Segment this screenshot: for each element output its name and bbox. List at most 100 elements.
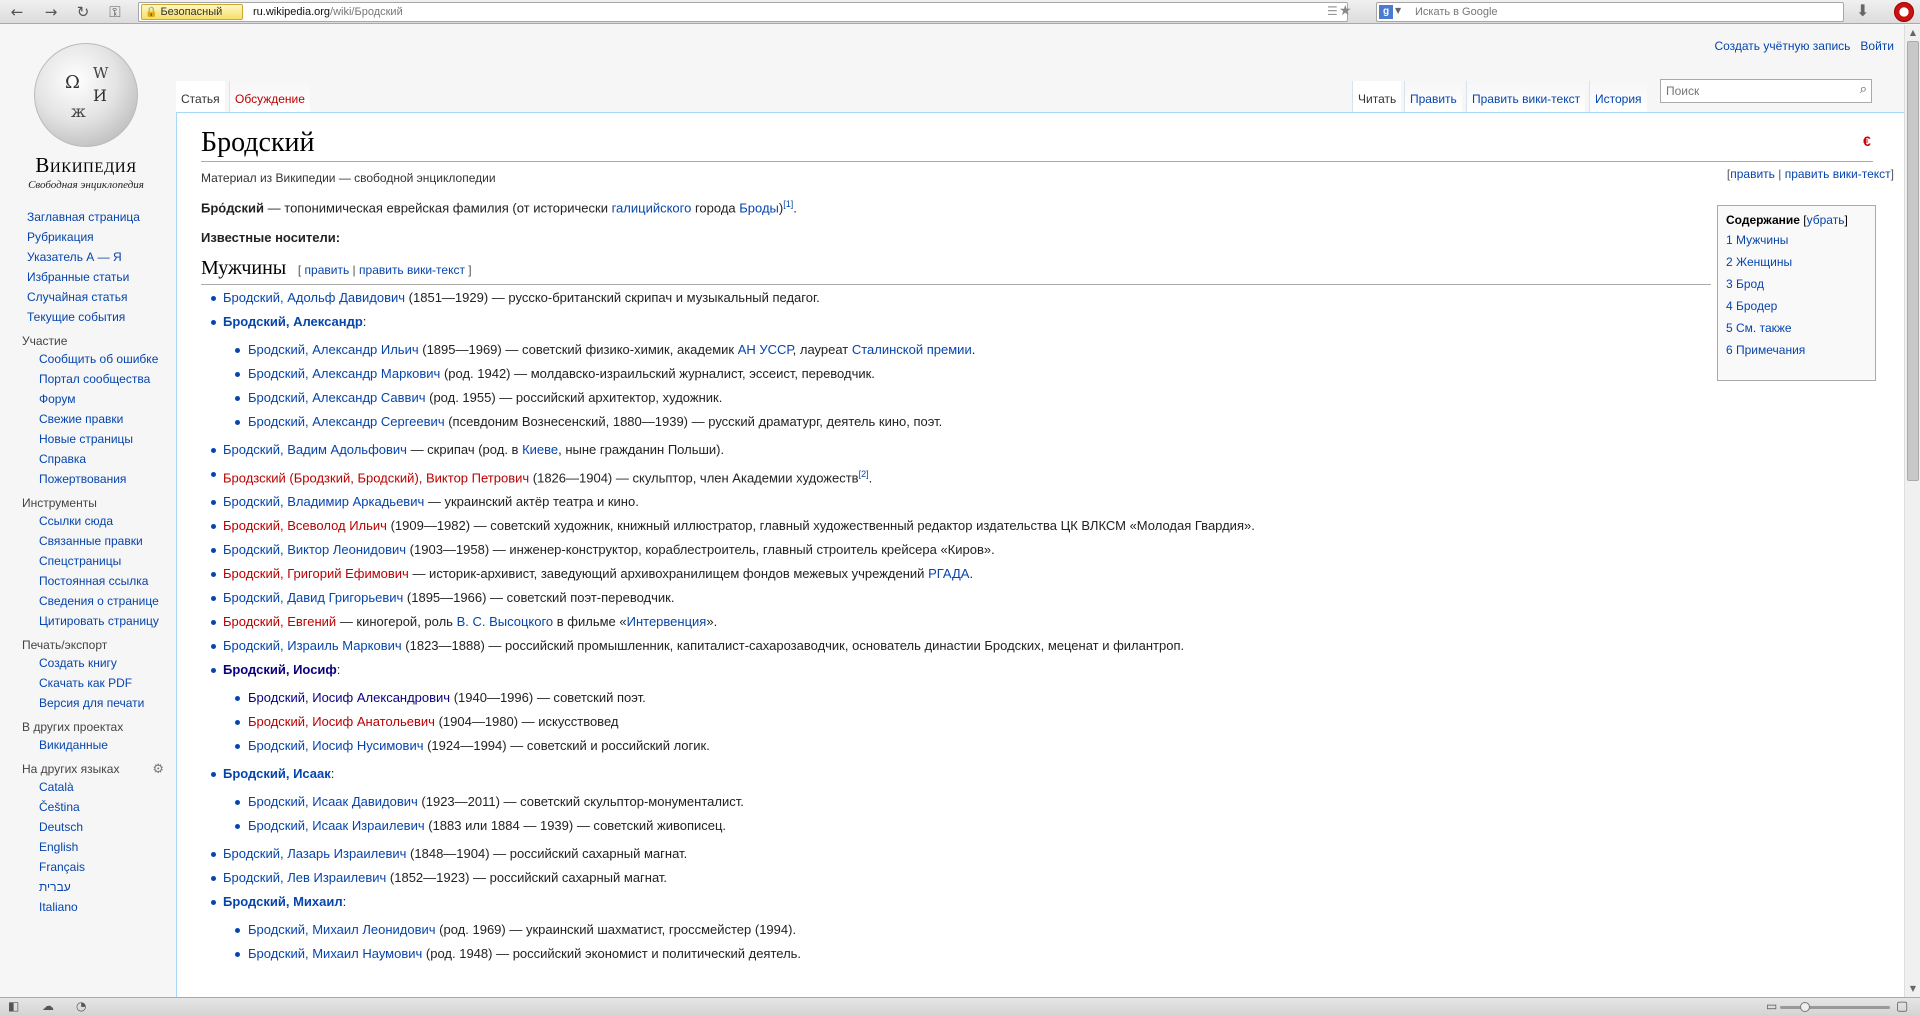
person-link[interactable]: Бродский, Владимир Аркадьевич (223, 494, 424, 509)
sidebar-link[interactable]: Italiano (39, 900, 78, 914)
tab-article[interactable]: Статья (176, 81, 225, 112)
person-link[interactable]: Бродский, Давид Григорьевич (223, 590, 403, 605)
sidebar-link[interactable]: Рубрикация (27, 230, 94, 244)
sidebar-link[interactable]: Сведения о странице (39, 594, 159, 608)
sidebar-link[interactable]: Спецстраницы (39, 554, 121, 568)
sidebar-link[interactable]: Deutsch (39, 820, 83, 834)
sidebar-link[interactable]: עברית (39, 880, 71, 894)
person-link[interactable]: Бродский, Михаил Леонидович (248, 922, 436, 937)
search-icon[interactable]: ⌕ (1860, 82, 1867, 97)
sidebar-link[interactable]: Пожертвования (39, 472, 126, 486)
toc-link[interactable]: 1 Мужчины (1726, 233, 1788, 247)
sidebar-link[interactable]: Скачать как PDF (39, 676, 132, 690)
person-link[interactable]: Бродский, Лев Израилевич (223, 870, 386, 885)
person-link[interactable]: Бродский, Исаак Израилевич (248, 818, 425, 833)
create-account-link[interactable]: Создать учётную запись (1714, 39, 1850, 53)
sidebar-link[interactable]: English (39, 840, 78, 854)
person-link[interactable]: Бродский, Виктор Леонидович (223, 542, 406, 557)
brody-link[interactable]: Броды (739, 200, 779, 215)
url-text[interactable]: ru.wikipedia.org/wiki/Бродский (253, 5, 403, 20)
sidebar-link[interactable]: Català (39, 780, 74, 794)
scroll-up-icon[interactable]: ▲ (1907, 27, 1919, 39)
sidebar-link[interactable]: Создать книгу (39, 656, 117, 670)
reload-icon[interactable]: ↻ (72, 2, 94, 22)
sidebar-link[interactable]: Избранные статьи (27, 270, 129, 284)
sidebar-link[interactable]: Справка (39, 452, 86, 466)
tab-talk[interactable]: Обсуждение (229, 81, 310, 112)
tab-history[interactable]: История (1589, 81, 1647, 112)
opera-menu-icon[interactable] (1894, 2, 1914, 22)
sidebar-link[interactable]: Čeština (39, 800, 80, 814)
person-link[interactable]: Бродский, Израиль Маркович (223, 638, 402, 653)
toc-link[interactable]: 6 Примечания (1726, 343, 1805, 357)
edit-link[interactable]: править (1730, 167, 1775, 181)
sidebar-link[interactable]: Викиданные (39, 738, 108, 752)
sidebar-link[interactable]: Цитировать страницу (39, 614, 159, 628)
person-link[interactable]: Бродский, Иосиф Александрович (248, 690, 450, 705)
person-link[interactable]: Бродский, Александр Маркович (248, 366, 440, 381)
person-link[interactable]: В. С. Высоцкого (457, 614, 554, 629)
back-icon[interactable]: ← (6, 2, 28, 22)
sidebar-link[interactable]: Ссылки сюда (39, 514, 113, 528)
toc-link[interactable]: 3 Брод (1726, 277, 1764, 291)
gear-icon[interactable]: ⚙ (152, 762, 164, 777)
person-link[interactable]: Бродский, Григорий Ефимович (223, 566, 409, 581)
person-link[interactable]: Бродский, Александр Сергеевич (248, 414, 445, 429)
person-link[interactable]: Бродский, Всеволод Ильич (223, 518, 387, 533)
zoom-out-icon[interactable]: ▭ (1766, 999, 1777, 1013)
forward-icon[interactable]: → (40, 2, 62, 22)
person-link[interactable]: РГАДА (928, 566, 969, 581)
sidebar-link[interactable]: Заглавная страница (27, 210, 140, 224)
zoom-slider-track[interactable] (1780, 1006, 1890, 1009)
security-badge[interactable]: 🔒 Безопасный (141, 4, 243, 20)
tab-edit[interactable]: Править (1404, 81, 1462, 112)
person-link[interactable]: Бродский, Михаил (223, 894, 343, 909)
wikipedia-logo[interactable]: ΩИжW Википедия Свободная энциклопедия (22, 43, 150, 191)
person-link[interactable]: Бродский, Александр Саввич (248, 390, 426, 405)
euro-indicator-icon[interactable]: € (1863, 133, 1871, 149)
person-link[interactable]: Бродский, Исаак Давидович (248, 794, 418, 809)
sidebar-link[interactable]: Случайная статья (27, 290, 127, 304)
wiki-search-input[interactable] (1664, 81, 1844, 101)
scroll-thumb[interactable] (1907, 41, 1919, 481)
person-link[interactable]: Бродский, Михаил Наумович (248, 946, 422, 961)
section-edit-source-link[interactable]: править вики-текст (359, 263, 465, 277)
login-link[interactable]: Войти (1860, 39, 1894, 53)
sidebar-link[interactable]: Постоянная ссылка (39, 574, 148, 588)
zoom-in-icon[interactable]: ▢ (1896, 998, 1908, 1014)
sidebar-link[interactable]: Français (39, 860, 85, 874)
star-icon[interactable]: ★ (1339, 3, 1352, 19)
person-link[interactable]: Бродский, Иосиф Нусимович (248, 738, 423, 753)
sidebar-link[interactable]: Текущие события (27, 310, 125, 324)
sidebar-link[interactable]: Новые страницы (39, 432, 133, 446)
zoom-slider-handle[interactable] (1800, 1002, 1810, 1012)
galician-link[interactable]: галицийского (612, 200, 692, 215)
person-link[interactable]: Интервенция (627, 614, 707, 629)
address-bar[interactable]: 🔒 Безопасный ru.wikipedia.org/wiki/Бродск… (138, 2, 1352, 22)
vertical-scrollbar[interactable]: ▲ ▼ (1904, 25, 1920, 997)
reference-link[interactable]: [1] (783, 199, 793, 209)
scroll-down-icon[interactable]: ▼ (1907, 983, 1919, 995)
person-link[interactable]: Бродский, Адольф Давидович (223, 290, 405, 305)
rss-icon[interactable]: ☰ (1327, 4, 1338, 18)
toc-link[interactable]: 5 См. также (1726, 321, 1792, 335)
sidebar-link[interactable]: Сообщить об ошибке (39, 352, 158, 366)
toc-link[interactable]: 4 Бродер (1726, 299, 1777, 313)
person-link[interactable]: Бродский, Александр Ильич (248, 342, 419, 357)
person-link[interactable]: Бродский, Иосиф (223, 662, 337, 677)
person-link[interactable]: Бродский, Исаак (223, 766, 331, 781)
cloud-icon[interactable]: ☁ (42, 999, 54, 1013)
sidebar-link[interactable]: Связанные правки (39, 534, 143, 548)
panel-toggle-icon[interactable]: ◧ (8, 999, 19, 1013)
person-link[interactable]: Бродский, Евгений (223, 614, 336, 629)
edit-source-link[interactable]: править вики-текст (1785, 167, 1891, 181)
person-link[interactable]: Киеве (522, 442, 558, 457)
person-link[interactable]: Бродский, Лазарь Израилевич (223, 846, 406, 861)
tab-read[interactable]: Читать (1352, 81, 1402, 112)
browser-search-bar[interactable]: g ▼ Искать в Google (1376, 2, 1844, 22)
sidebar-link[interactable]: Портал сообщества (39, 372, 150, 386)
toc-link[interactable]: 2 Женщины (1726, 255, 1792, 269)
tab-edit-source[interactable]: Править вики-текст (1466, 81, 1586, 112)
person-link[interactable]: Бродский, Александр (223, 314, 363, 329)
person-link[interactable]: Бродский, Вадим Адольфович (223, 442, 407, 457)
